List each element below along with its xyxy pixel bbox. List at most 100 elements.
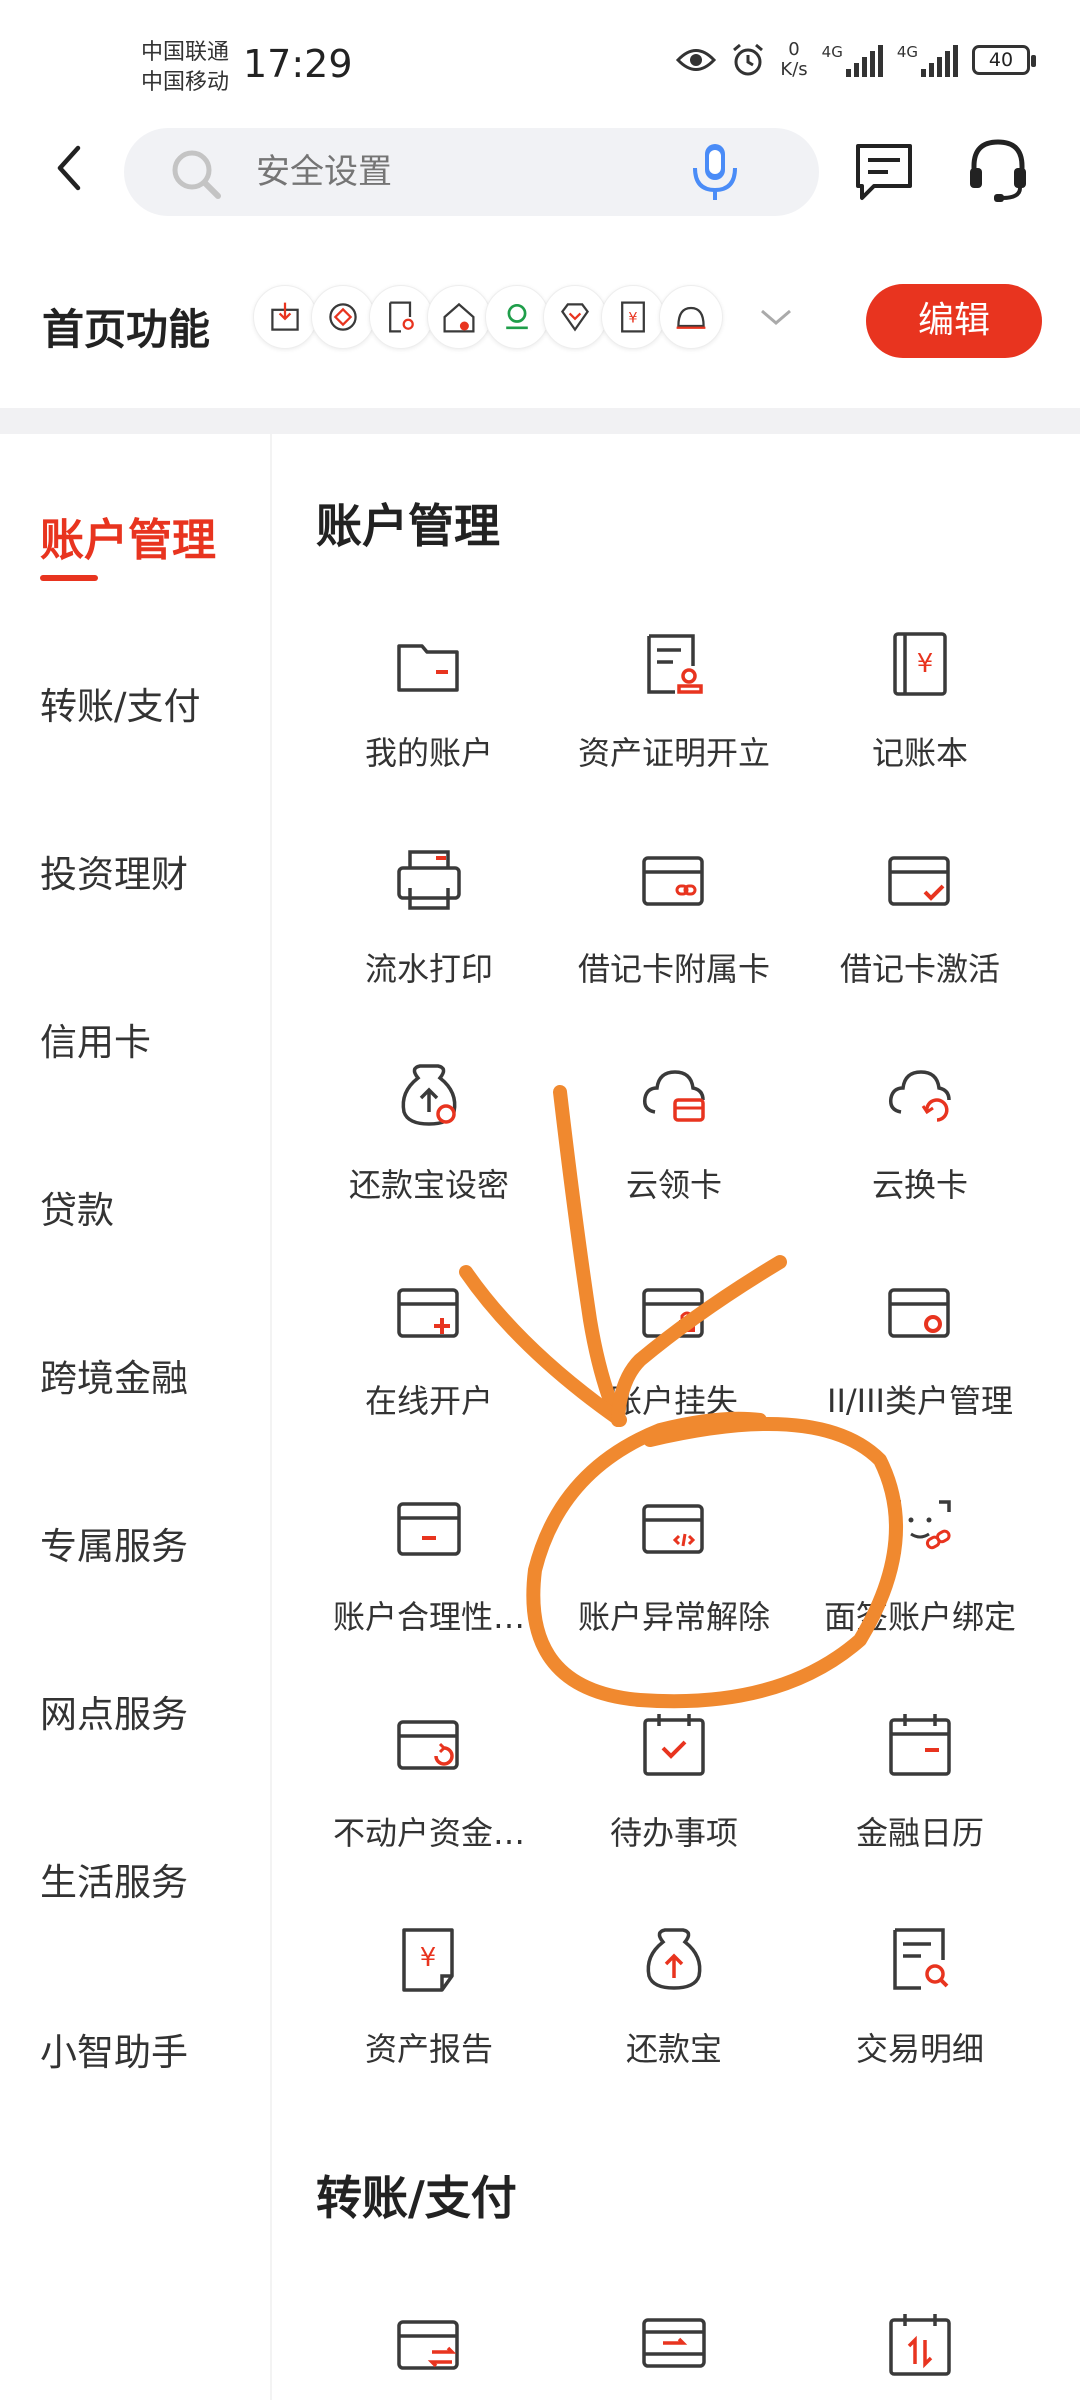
calendar-check-icon: [641, 1710, 707, 1780]
sidebar-item-1[interactable]: 转账/支付: [40, 676, 200, 730]
sidebar-item-8[interactable]: 生活服务: [40, 1852, 188, 1906]
search-input[interactable]: [256, 150, 696, 194]
function-label: 账户合理性…: [332, 1598, 525, 1636]
function-item[interactable]: 我的账户: [304, 630, 554, 830]
carrier-2: 中国移动: [141, 70, 230, 95]
home-functions-title: 首页功能: [42, 305, 211, 354]
function-item[interactable]: 待办事项: [549, 1710, 799, 1910]
bell-icon: [676, 306, 706, 329]
battery-icon: 40: [972, 45, 1036, 75]
cloud-card-icon: [641, 1062, 707, 1132]
net-speed: 0 K/s: [780, 40, 807, 80]
message-button[interactable]: [852, 140, 916, 208]
function-item[interactable]: II/III类户管理: [795, 1278, 1045, 1478]
moneybag-lock-icon: [396, 1062, 462, 1132]
back-button[interactable]: [44, 132, 100, 204]
function-item[interactable]: 资产证明开立: [549, 630, 799, 830]
quick-bell-icon[interactable]: [659, 285, 723, 349]
section-divider: [0, 408, 1080, 434]
sidebar-item-6[interactable]: 专属服务: [40, 1516, 188, 1570]
calendar-icon: [887, 1710, 953, 1780]
function-item[interactable]: 不动户资金…: [304, 1710, 554, 1910]
function-label: 借记卡附属卡: [577, 950, 770, 988]
quick-doc-search-icon[interactable]: [369, 285, 433, 349]
function-item[interactable]: 还款宝设密: [304, 1062, 554, 1262]
svg-text:¥: ¥: [420, 1943, 437, 1973]
yuan-card-icon: ¥: [621, 301, 645, 333]
signal-2-icon: 4G: [897, 43, 958, 77]
coin-icon: [329, 303, 357, 331]
clock: 17:29: [243, 42, 353, 86]
quick-insurance-logo-icon[interactable]: [485, 285, 549, 349]
card-refresh-icon: [396, 1710, 462, 1780]
sidebar-item-5[interactable]: 跨境金融: [40, 1348, 188, 1402]
function-item[interactable]: 还款宝: [549, 1926, 799, 2126]
card-code-icon: [641, 1494, 707, 1564]
quick-diamond-icon[interactable]: [543, 285, 607, 349]
function-item[interactable]: [549, 2310, 799, 2400]
function-label: 在线开户: [364, 1382, 493, 1420]
edit-button[interactable]: 编辑: [866, 284, 1042, 358]
function-item[interactable]: 在线开户: [304, 1278, 554, 1478]
sidebar-item-9[interactable]: 小智助手: [40, 2022, 188, 2076]
message-icon: [856, 144, 912, 200]
function-label: 资产证明开立: [577, 734, 770, 772]
function-label: 借记卡激活: [839, 950, 1000, 988]
sidebar-item-4[interactable]: 贷款: [40, 1180, 114, 1234]
function-label: 流水打印: [364, 950, 493, 988]
signal-1-tag: 4G: [821, 43, 843, 61]
ledger-icon: ¥: [887, 630, 953, 700]
function-label: 云领卡: [625, 1166, 722, 1204]
import-icon: [271, 302, 299, 331]
doc-search-icon: [389, 301, 414, 333]
moneybag-up-icon: [641, 1926, 707, 1996]
sidebar-item-7[interactable]: 网点服务: [40, 1684, 188, 1738]
headset-icon: [970, 139, 1026, 202]
function-item[interactable]: 流水打印: [304, 846, 554, 1046]
chevron-down-icon[interactable]: [758, 305, 794, 329]
function-item[interactable]: 账户异常解除: [549, 1494, 799, 1694]
diamond-icon: [561, 303, 589, 332]
alarm-icon: [733, 43, 764, 76]
quick-coin-icon[interactable]: [311, 285, 375, 349]
chevron-left-icon: [57, 145, 81, 191]
home-quick-icons[interactable]: ¥: [253, 285, 723, 349]
function-item[interactable]: 云换卡: [795, 1062, 1045, 1262]
function-item[interactable]: 账户合理性…: [304, 1494, 554, 1694]
net-speed-unit: K/s: [780, 59, 808, 80]
printer-icon: [396, 846, 462, 916]
search-bar[interactable]: [124, 128, 819, 216]
sidebar-item-0[interactable]: 账户管理: [40, 504, 216, 568]
function-label: 记账本: [871, 734, 968, 772]
card-arrow-icon: [641, 2310, 707, 2380]
card-check-icon: [887, 846, 953, 916]
carrier-info: 中国联通 中国移动: [141, 38, 229, 98]
function-item[interactable]: 面签账户绑定: [795, 1494, 1045, 1694]
function-label: 云换卡: [871, 1166, 968, 1204]
sidebar-item-3[interactable]: 信用卡: [40, 1012, 151, 1066]
signal-1-icon: 4G: [822, 43, 883, 77]
function-item[interactable]: [795, 2310, 1045, 2400]
function-item[interactable]: 云领卡: [549, 1062, 799, 1262]
svg-text:¥: ¥: [917, 649, 934, 679]
function-label: 金融日历: [855, 1814, 984, 1852]
quick-home-lock-icon[interactable]: [427, 285, 491, 349]
function-item[interactable]: [304, 2310, 554, 2400]
section-title-1: 转账/支付: [316, 2171, 517, 2225]
function-label: 资产报告: [364, 2030, 493, 2068]
function-item[interactable]: 交易明细: [795, 1926, 1045, 2126]
function-item[interactable]: ¥ 资产报告: [304, 1926, 554, 2126]
doc-search-icon: [887, 1926, 953, 1996]
function-item[interactable]: 账户挂失: [549, 1278, 799, 1478]
wallet-icon: [396, 630, 462, 700]
quick-import-icon[interactable]: [253, 285, 317, 349]
function-item[interactable]: ¥ 记账本: [795, 630, 1045, 830]
microphone-icon[interactable]: [689, 142, 741, 204]
quick-yuan-card-icon[interactable]: ¥: [601, 285, 665, 349]
face-link-icon: [887, 1494, 953, 1564]
function-item[interactable]: 借记卡附属卡: [549, 846, 799, 1046]
sidebar-item-2[interactable]: 投资理财: [40, 844, 188, 898]
function-item[interactable]: 金融日历: [795, 1710, 1045, 1910]
function-item[interactable]: 借记卡激活: [795, 846, 1045, 1046]
customer-service-button[interactable]: [966, 136, 1030, 210]
